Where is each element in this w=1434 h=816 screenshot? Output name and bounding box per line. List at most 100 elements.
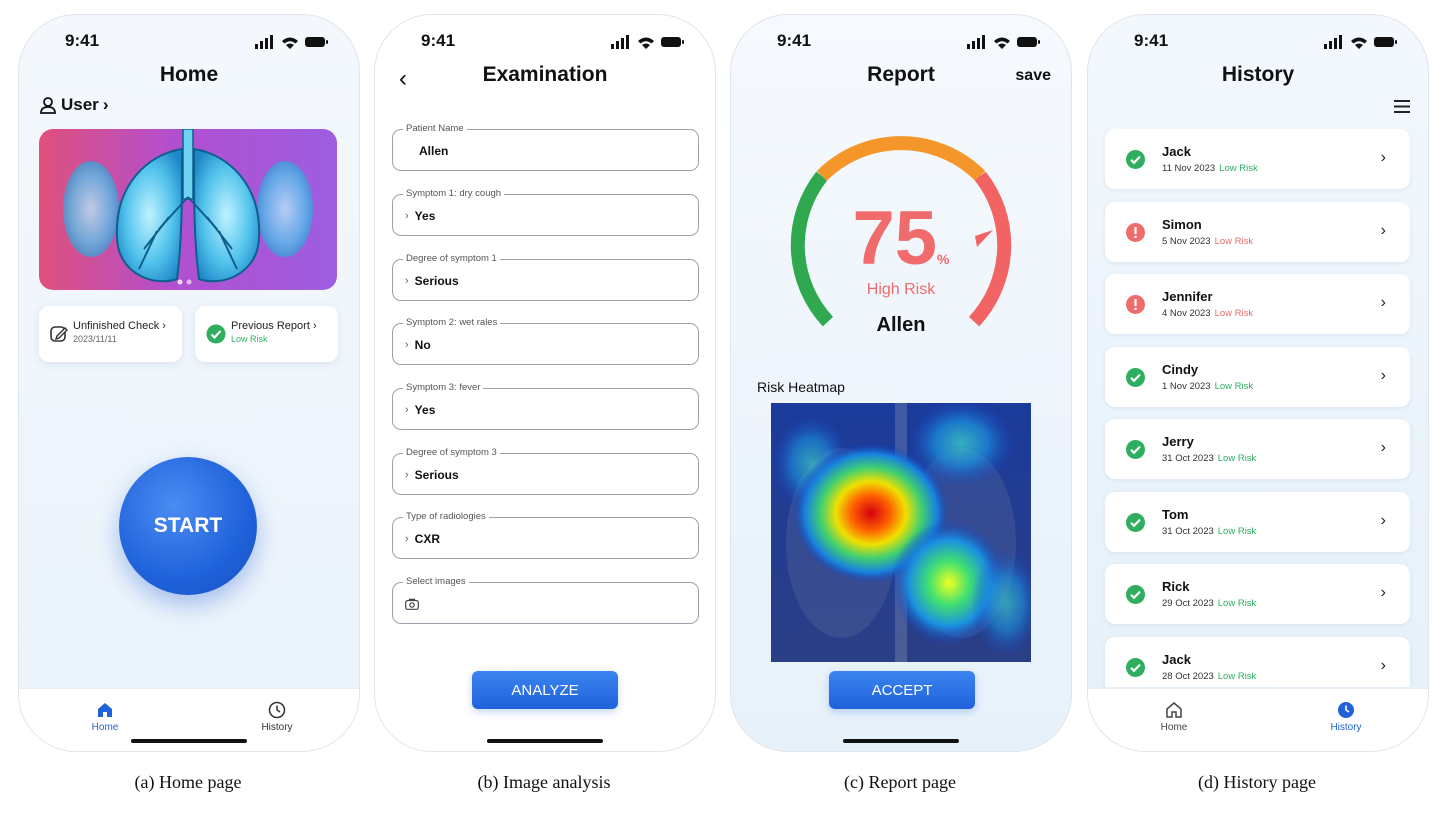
select-images-field[interactable]: Select images — [392, 576, 699, 624]
previous-report-title: Previous Report — [231, 320, 310, 332]
field-value: No — [414, 338, 431, 352]
status-time: 9:41 — [65, 31, 100, 50]
tab-home-label: Home — [91, 722, 119, 733]
report-screen: 9:41 Report save 75% High Risk Allen Ris… — [730, 14, 1072, 752]
chevron-right-icon: › — [405, 469, 409, 481]
history-row[interactable]: Jack 28 Oct 2023 Low Risk › — [1105, 636, 1410, 687]
caption-home: (a) Home page — [134, 772, 242, 792]
history-row[interactable]: Tom 31 Oct 2023 Low Risk › — [1105, 491, 1410, 552]
history-risk: Low Risk — [1217, 453, 1257, 464]
history-meta: 31 Oct 2023 Low Risk — [1162, 526, 1256, 537]
symptom2-select[interactable]: Symptom 2: wet rales › No — [392, 317, 699, 365]
history-date: 31 Oct 2023 — [1162, 525, 1214, 537]
check-circle-icon — [1126, 150, 1145, 169]
field-value: Serious — [414, 274, 459, 288]
history-risk: Low Risk — [1214, 380, 1254, 392]
history-meta: 5 Nov 2023 Low Risk — [1162, 236, 1253, 247]
tab-history[interactable]: History — [1316, 701, 1376, 733]
chevron-right-icon: › — [1380, 584, 1386, 601]
history-patient-name: Rick — [1162, 579, 1190, 594]
check-circle-icon — [206, 324, 226, 344]
symptom1-select[interactable]: Symptom 1: dry cough › Yes — [392, 188, 699, 236]
field-label: Degree of symptom 1 — [403, 253, 500, 264]
history-date: 5 Nov 2023 — [1162, 235, 1211, 247]
risk-percent-unit: % — [937, 251, 950, 267]
heatmap-label: Risk Heatmap — [757, 379, 845, 395]
history-date: 28 Oct 2023 — [1162, 670, 1214, 682]
history-row[interactable]: Jack 11 Nov 2023 Low Risk › — [1105, 129, 1410, 189]
signal-wifi-battery-icon — [611, 35, 684, 49]
clock-icon — [268, 701, 286, 719]
start-button[interactable]: START — [119, 457, 257, 595]
status-bar: 9:41 — [19, 31, 359, 55]
save-button[interactable]: save — [1015, 67, 1051, 85]
chevron-right-icon: › — [405, 404, 409, 416]
degree-symptom1-select[interactable]: Degree of symptom 1 › Serious — [392, 253, 699, 301]
user-icon — [40, 97, 56, 114]
history-meta: 1 Nov 2023 Low Risk — [1162, 381, 1253, 392]
menu-icon[interactable] — [1394, 100, 1410, 113]
field-label: Symptom 3: fever — [403, 382, 484, 393]
chevron-right-icon: › — [312, 320, 317, 332]
history-row[interactable]: Cindy 1 Nov 2023 Low Risk › — [1105, 346, 1410, 407]
tab-home[interactable]: Home — [1144, 701, 1204, 733]
lungs-illustration — [39, 129, 337, 290]
caption-report: (c) Report page — [844, 772, 956, 792]
field-label: Symptom 1: dry cough — [403, 188, 505, 199]
chevron-right-icon: › — [1380, 366, 1386, 384]
degree-symptom3-select[interactable]: Degree of symptom 3 › Serious — [392, 447, 699, 495]
heatmap-overlay — [771, 403, 1031, 662]
check-circle-icon — [1126, 512, 1145, 532]
accept-button[interactable]: ACCEPT — [829, 671, 975, 709]
lung-banner-image — [39, 129, 337, 290]
chevron-right-icon: › — [102, 95, 109, 114]
chevron-right-icon: › — [1380, 149, 1386, 166]
history-patient-name: Tom — [1162, 506, 1189, 522]
history-date: 29 Oct 2023 — [1162, 598, 1214, 609]
status-bar: 9:41 — [731, 31, 1071, 55]
field-value: Yes — [414, 403, 436, 417]
history-row[interactable]: Jerry 31 Oct 2023 Low Risk › — [1105, 419, 1410, 479]
status-time: 9:41 — [1134, 31, 1169, 50]
history-meta: 4 Nov 2023 Low Risk — [1162, 308, 1253, 319]
previous-report-card[interactable]: Previous Report › Low Risk — [195, 306, 338, 362]
signal-wifi-battery-icon — [255, 35, 328, 49]
history-risk: Low Risk — [1214, 308, 1254, 319]
field-label: Patient Name — [403, 123, 467, 134]
user-label: User — [61, 95, 99, 114]
history-patient-name: Cindy — [1162, 361, 1199, 377]
caption-exam: (b) Image analysis — [477, 772, 611, 792]
symptom3-select[interactable]: Symptom 3: fever › Yes — [392, 382, 699, 430]
history-row[interactable]: Rick 29 Oct 2023 Low Risk › — [1105, 564, 1410, 624]
patient-name: Allen — [876, 314, 926, 336]
unfinished-check-card[interactable]: Unfinished Check › 2023/11/11 — [39, 306, 182, 362]
home-indicator — [843, 739, 959, 743]
user-link[interactable]: User › — [39, 95, 108, 115]
patient-name-field[interactable]: Patient Name Allen — [392, 123, 699, 171]
history-meta: 31 Oct 2023 Low Risk — [1162, 453, 1256, 464]
status-bar: 9:41 — [1088, 31, 1428, 55]
gauge-mid-segment — [816, 136, 986, 181]
analyze-button[interactable]: ANALYZE — [472, 671, 618, 709]
check-circle-icon — [1126, 367, 1145, 387]
home-icon — [98, 703, 112, 717]
page-title: Examination — [482, 63, 608, 86]
home-icon — [1166, 702, 1182, 718]
radiology-type-select[interactable]: Type of radiologies › CXR — [392, 511, 699, 559]
risk-value-group: 75% — [731, 199, 1071, 279]
risk-heatmap-image — [771, 403, 1031, 662]
tab-history[interactable]: History — [247, 701, 307, 733]
field-label: Select images — [403, 576, 469, 587]
home-indicator — [487, 739, 603, 743]
field-value: CXR — [414, 532, 441, 546]
history-row[interactable]: Jennifer 4 Nov 2023 Low Risk › — [1105, 274, 1410, 334]
chevron-right-icon: › — [1380, 656, 1386, 674]
chevron-right-icon: › — [1380, 294, 1386, 311]
chevron-right-icon: › — [405, 339, 409, 351]
edit-icon — [50, 326, 68, 342]
history-date: 4 Nov 2023 — [1162, 308, 1211, 319]
unfinished-check-date: 2023/11/11 — [73, 334, 117, 344]
history-row[interactable]: Simon 5 Nov 2023 Low Risk › — [1105, 201, 1410, 262]
tab-home[interactable]: Home — [75, 701, 135, 733]
camera-icon — [405, 598, 419, 610]
